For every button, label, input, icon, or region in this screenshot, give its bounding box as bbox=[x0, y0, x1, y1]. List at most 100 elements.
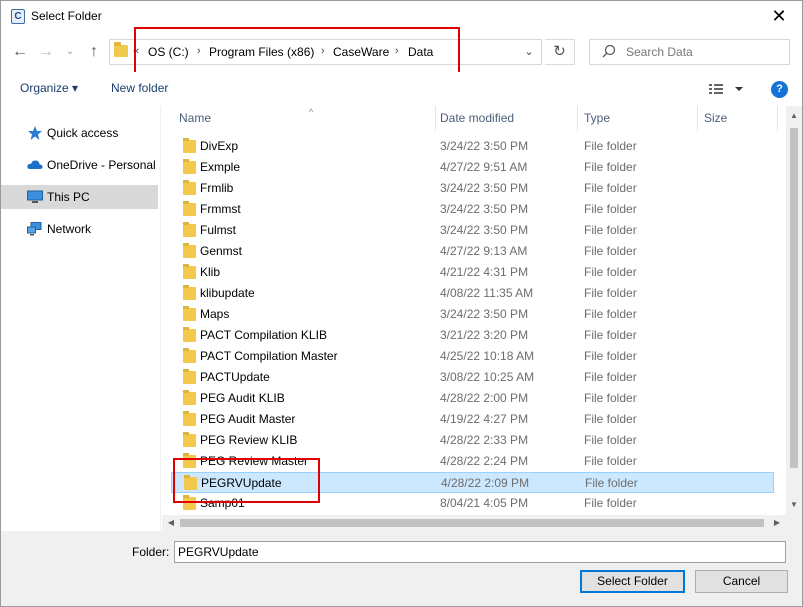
folder-icon bbox=[183, 453, 196, 468]
new-folder-button[interactable]: New folder bbox=[111, 81, 168, 95]
vertical-scroll-thumb[interactable] bbox=[790, 128, 798, 468]
table-row[interactable]: Exmple 4/27/22 9:51 AM File folder bbox=[171, 157, 774, 178]
file-type: File folder bbox=[584, 391, 637, 405]
folder-icon bbox=[183, 369, 196, 384]
table-row[interactable]: Genmst 4/27/22 9:13 AM File folder bbox=[171, 241, 774, 262]
file-name: Samp01 bbox=[200, 496, 245, 510]
breadcrumb-separator-icon[interactable]: › bbox=[395, 45, 399, 57]
forward-arrow-icon[interactable]: → bbox=[35, 41, 57, 63]
navigation-bar: ← → ⌄ ↑ « OS (C:) › Program Files (x86) … bbox=[1, 32, 802, 72]
file-name: PEG Review Master bbox=[200, 454, 309, 468]
breadcrumb-separator-icon[interactable]: › bbox=[197, 45, 201, 57]
scroll-down-arrow-icon[interactable]: ▼ bbox=[786, 497, 802, 513]
column-header-date-modified[interactable]: Date modified bbox=[434, 106, 578, 131]
file-type: File folder bbox=[584, 496, 637, 510]
table-row[interactable]: Maps 3/24/22 3:50 PM File folder bbox=[171, 304, 774, 325]
scrollbar-corner bbox=[786, 515, 802, 531]
table-row[interactable]: Frmmst 3/24/22 3:50 PM File folder bbox=[171, 199, 774, 220]
search-box[interactable] bbox=[589, 39, 790, 65]
table-row[interactable]: PEGRVUpdate 4/28/22 2:09 PM File folder bbox=[171, 472, 774, 493]
file-date-modified: 4/08/22 11:35 AM bbox=[440, 286, 534, 300]
table-row[interactable]: DivExp 3/24/22 3:50 PM File folder bbox=[171, 136, 774, 157]
file-name: PEGRVUpdate bbox=[201, 476, 282, 490]
file-type: File folder bbox=[585, 476, 638, 490]
table-row[interactable]: Fulmst 3/24/22 3:50 PM File folder bbox=[171, 220, 774, 241]
horizontal-scroll-thumb[interactable] bbox=[180, 519, 764, 527]
file-type: File folder bbox=[584, 286, 637, 300]
view-options-button[interactable] bbox=[707, 80, 747, 98]
table-row[interactable]: PEG Audit Master 4/19/22 4:27 PM File fold… bbox=[171, 409, 774, 430]
cloud-icon bbox=[27, 160, 43, 169]
column-header-name[interactable]: ^ Name bbox=[173, 106, 436, 131]
close-button[interactable]: ✕ bbox=[756, 1, 802, 32]
folder-icon bbox=[183, 201, 196, 216]
recent-locations-chevron-icon[interactable]: ⌄ bbox=[63, 41, 77, 63]
file-type: File folder bbox=[584, 181, 637, 195]
table-row[interactable]: PACT Compilation KLIB 3/21/22 3:20 PM File… bbox=[171, 325, 774, 346]
up-arrow-icon[interactable]: ↑ bbox=[83, 41, 105, 63]
horizontal-scrollbar[interactable]: ◀ ▶ bbox=[162, 515, 786, 531]
table-row[interactable]: PACTUpdate 3/08/22 10:25 AM File folder bbox=[171, 367, 774, 388]
cancel-button[interactable]: Cancel bbox=[695, 570, 788, 593]
table-row[interactable]: PEG Review Master 4/28/22 2:24 PM File fol… bbox=[171, 451, 774, 472]
table-row[interactable]: PEG Review KLIB 4/28/22 2:33 PM File folde… bbox=[171, 430, 774, 451]
help-icon[interactable]: ? bbox=[771, 81, 788, 98]
file-name: Klib bbox=[200, 265, 221, 279]
file-name: Frmmst bbox=[200, 202, 241, 216]
table-row[interactable]: Samp01 8/04/21 4:05 PM File folder bbox=[171, 493, 774, 514]
folder-icon bbox=[183, 411, 196, 426]
file-date-modified: 4/21/22 4:31 PM bbox=[440, 265, 529, 279]
file-type: File folder bbox=[584, 433, 637, 447]
scroll-left-arrow-icon[interactable]: ◀ bbox=[164, 515, 178, 531]
breadcrumb-separator-icon[interactable]: › bbox=[321, 45, 325, 57]
file-date-modified: 4/28/22 2:09 PM bbox=[441, 476, 530, 490]
vertical-scrollbar[interactable]: ▲ ▼ bbox=[786, 106, 802, 515]
folder-icon bbox=[183, 180, 196, 195]
refresh-icon[interactable]: ↻ bbox=[545, 39, 575, 65]
column-header-label: Name bbox=[179, 111, 212, 125]
table-row[interactable]: PACT Compilation Master 4/25/22 10:18 AM F… bbox=[171, 346, 774, 367]
table-row[interactable]: Frmlib 3/24/22 3:50 PM File folder bbox=[171, 178, 774, 199]
file-date-modified: 3/08/22 10:25 AM bbox=[440, 370, 535, 384]
computer-icon bbox=[27, 190, 43, 203]
search-input[interactable] bbox=[626, 44, 781, 60]
network-icon bbox=[27, 222, 42, 236]
folder-icon bbox=[183, 243, 196, 258]
file-date-modified: 4/28/22 2:33 PM bbox=[440, 433, 529, 447]
select-folder-button[interactable]: Select Folder bbox=[580, 570, 685, 593]
sidebar-item-label: Network bbox=[47, 222, 92, 236]
file-date-modified: 4/27/22 9:51 AM bbox=[440, 160, 528, 174]
back-arrow-icon[interactable]: ← bbox=[9, 41, 31, 63]
table-row[interactable]: Klib 4/21/22 4:31 PM File folder bbox=[171, 262, 774, 283]
file-date-modified: 3/24/22 3:50 PM bbox=[440, 202, 529, 216]
table-row[interactable]: PEG Audit KLIB 4/28/22 2:00 PM File folder bbox=[171, 388, 774, 409]
folder-name-field[interactable] bbox=[174, 541, 786, 563]
scroll-right-arrow-icon[interactable]: ▶ bbox=[770, 515, 784, 531]
sidebar-item-this-pc[interactable]: This PC bbox=[1, 185, 158, 209]
column-header-type[interactable]: Type bbox=[578, 106, 698, 131]
breadcrumb-caseware[interactable]: CaseWare bbox=[333, 45, 389, 59]
folder-icon bbox=[184, 475, 197, 490]
folder-icon bbox=[183, 495, 196, 510]
sidebar-item-network[interactable]: Network bbox=[1, 217, 158, 241]
folder-icon bbox=[183, 306, 196, 321]
breadcrumb-data[interactable]: Data bbox=[408, 45, 433, 59]
address-bar[interactable]: « OS (C:) › Program Files (x86) › CaseWa… bbox=[109, 39, 542, 65]
file-date-modified: 3/24/22 3:50 PM bbox=[440, 307, 529, 321]
organize-button[interactable]: Organize ▾ bbox=[20, 81, 78, 95]
address-dropdown-chevron-icon[interactable]: ⌄ bbox=[519, 39, 539, 65]
sidebar-item-onedrive[interactable]: OneDrive - Personal bbox=[1, 153, 158, 177]
folder-icon bbox=[183, 432, 196, 447]
file-name: Exmple bbox=[200, 160, 241, 174]
breadcrumb-os-drive[interactable]: OS (C:) bbox=[148, 45, 189, 59]
sidebar-item-quick-access[interactable]: Quick access bbox=[1, 121, 158, 145]
file-date-modified: 8/04/21 4:05 PM bbox=[440, 496, 529, 510]
scroll-up-arrow-icon[interactable]: ▲ bbox=[786, 108, 802, 124]
command-toolbar: Organize ▾ New folder ? bbox=[1, 72, 802, 106]
breadcrumb-overflow-icon[interactable]: « bbox=[133, 45, 139, 57]
breadcrumb-program-files[interactable]: Program Files (x86) bbox=[209, 45, 314, 59]
column-header-size[interactable]: Size bbox=[698, 106, 778, 131]
folder-field-label: Folder: bbox=[132, 545, 170, 559]
table-row[interactable]: klibupdate 4/08/22 11:35 AM File folder bbox=[171, 283, 774, 304]
file-rows: DivExp 3/24/22 3:50 PM File folder Exmple 4/… bbox=[162, 136, 784, 516]
